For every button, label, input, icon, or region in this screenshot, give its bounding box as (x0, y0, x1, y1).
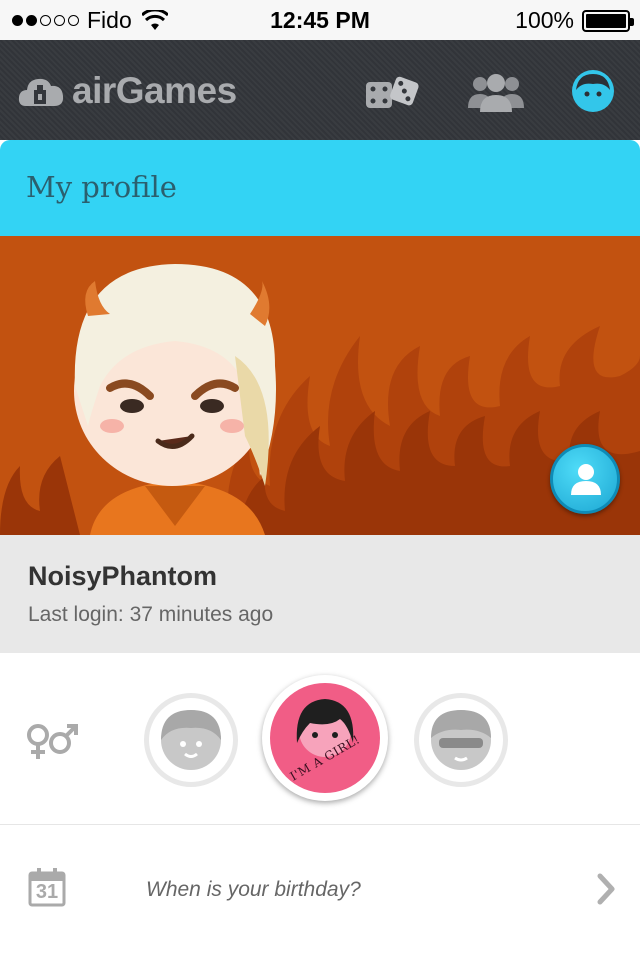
gender-cool-option[interactable] (414, 693, 508, 787)
app-name: airGames (72, 70, 237, 111)
calendar-day: 31 (35, 881, 59, 903)
app-bar: airGames (0, 40, 640, 140)
cool-face-icon (431, 710, 491, 770)
boy-face-icon (161, 710, 221, 770)
birthday-prompt: When is your birthday? (146, 878, 361, 901)
chevron-right-icon (597, 873, 615, 905)
profile-banner (0, 236, 640, 535)
gender-boy-option[interactable] (144, 693, 238, 787)
gender-girl-option[interactable]: I'M A GIRL! (262, 675, 388, 801)
battery-icon (582, 9, 634, 32)
user-icon (571, 464, 601, 495)
change-avatar-button[interactable] (550, 444, 620, 514)
username: NoisyPhantom (28, 561, 218, 591)
calendar-icon: 31 (28, 867, 66, 907)
status-bar: Fido 12:45 PM 100% (0, 0, 640, 40)
birthday-row[interactable]: 31 When is your birthday? (0, 825, 640, 960)
dice-icon[interactable] (362, 70, 422, 114)
page-title: My profile (26, 170, 177, 204)
user-info: NoisyPhantom Last login: 37 minutes ago (0, 535, 640, 653)
app-logo[interactable]: airGames (18, 70, 237, 112)
profile-header: My profile (0, 140, 640, 236)
avatar-illustration (74, 264, 276, 535)
users-icon[interactable] (466, 70, 526, 114)
last-login: Last login: 37 minutes ago (28, 603, 274, 626)
gender-row: I'M A GIRL! (0, 653, 640, 825)
status-right: 100% (515, 7, 634, 34)
gender-icon (27, 724, 78, 759)
avatar-icon[interactable] (570, 68, 616, 114)
cloud-logo-icon (18, 78, 64, 106)
battery-percent: 100% (515, 7, 574, 33)
